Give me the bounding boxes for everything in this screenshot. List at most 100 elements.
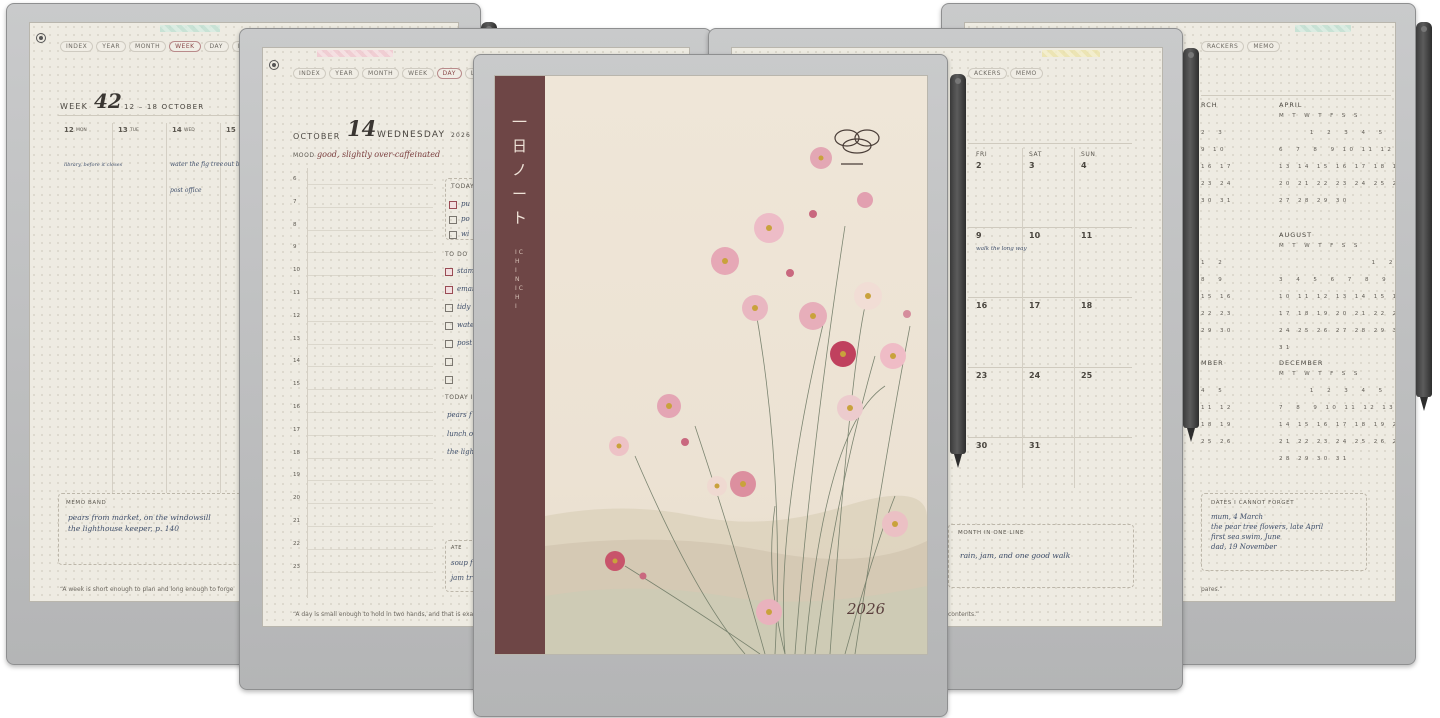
month-day[interactable]: 24	[1029, 371, 1040, 380]
tab-week[interactable]: WEEK	[169, 41, 201, 52]
calendar-row: M T W T F S S	[1279, 243, 1361, 249]
header-sun: SUN	[1081, 151, 1096, 158]
ate-line-1: soup f	[451, 559, 473, 567]
week-line	[968, 367, 1132, 368]
day-weekday: WEDNESDAY	[377, 130, 446, 140]
month-day[interactable]: 16	[976, 301, 987, 310]
calendar-row: 20 21 22 23 24 25 26	[1279, 181, 1396, 187]
calendar-row: 7 8 9 10 11 12 13	[1279, 405, 1396, 411]
todo-item[interactable]: emai	[445, 285, 474, 294]
week-line	[968, 227, 1132, 228]
day-14: 14	[172, 126, 182, 134]
calendar-row: 2 3	[1201, 130, 1226, 136]
month-day[interactable]: 10	[1029, 231, 1040, 240]
todo-item[interactable]	[445, 375, 457, 384]
hour-label: 14	[293, 358, 300, 365]
hour-label: 10	[293, 267, 300, 274]
today-item-1[interactable]: pu	[449, 200, 470, 209]
calendar-row: 23 24	[1201, 181, 1234, 187]
hour-label: 11	[293, 290, 300, 296]
tab-week[interactable]: WEEK	[402, 68, 434, 79]
month-day[interactable]: 4	[1081, 161, 1087, 170]
todo-text: post	[457, 339, 473, 347]
todo-item[interactable]: tidy	[445, 303, 471, 312]
hour-line	[307, 503, 433, 505]
month-day[interactable]: 25	[1081, 371, 1092, 380]
washi-tape	[1295, 25, 1351, 32]
month-line-title: MONTH IN ONE LINE	[958, 530, 1025, 536]
todo-item[interactable]: post	[445, 339, 472, 348]
week-nav-tabs: INDEXYEARMONTHWEEKDAYLISTS	[60, 41, 263, 52]
calendar-row: 1 2	[1279, 260, 1396, 266]
todo-text: emai	[457, 285, 475, 293]
hour-line	[307, 571, 433, 573]
stylus-pen	[1416, 22, 1432, 411]
hour-line	[307, 366, 433, 368]
month-day[interactable]: 31	[1029, 441, 1040, 450]
hour-line	[307, 298, 433, 299]
month-name: DECEMBER	[1279, 359, 1324, 367]
todo-item[interactable]	[445, 357, 457, 366]
tab-index[interactable]: INDEX	[293, 68, 327, 79]
calendar-row: M T W T F S S	[1279, 371, 1361, 377]
washi-tape	[1042, 50, 1100, 57]
tab-year[interactable]: YEAR	[329, 68, 360, 79]
month-day[interactable]: 9	[976, 231, 982, 240]
checkbox[interactable]	[445, 321, 453, 330]
tab-month[interactable]: MONTH	[362, 68, 400, 79]
tab-index[interactable]: INDEX	[60, 41, 94, 52]
hour-label: 7	[293, 198, 297, 205]
calendar-row: 16 17	[1201, 164, 1234, 170]
cover-subtitle: ICHINICHI	[515, 249, 525, 310]
cover-screen: 一日ノート ICHINICHI 2026	[494, 75, 928, 655]
checkbox[interactable]	[445, 375, 453, 384]
tab-year[interactable]: YEAR	[96, 41, 127, 52]
checkbox[interactable]	[445, 285, 453, 294]
month-day[interactable]: 30	[976, 441, 987, 450]
month-day[interactable]: 2	[976, 161, 982, 170]
page-ring-icon	[36, 33, 46, 43]
today-i-line-3: the ligh	[447, 448, 475, 456]
washi-tape	[160, 25, 220, 32]
month-day[interactable]: 23	[976, 371, 987, 380]
ink-seal-icon	[834, 129, 880, 165]
note-post-office: post office	[170, 187, 202, 194]
checkbox[interactable]	[445, 267, 453, 276]
tab-ackers[interactable]: ACKERS	[968, 68, 1007, 79]
tab-day[interactable]: DAY	[436, 68, 462, 79]
month-day[interactable]: 18	[1081, 301, 1092, 310]
todo-item[interactable]: wate	[445, 321, 474, 330]
calendar-row: 10 11 12 13 14 15 16	[1279, 294, 1396, 300]
checkbox[interactable]	[445, 357, 453, 366]
tab-month[interactable]: MONTH	[129, 41, 167, 52]
today-item-2[interactable]: po	[449, 215, 470, 224]
tab-memo[interactable]: MEMO	[1009, 68, 1043, 79]
header-sat: SAT	[1029, 151, 1043, 158]
month-day[interactable]: 3	[1029, 161, 1035, 170]
calendar-row: 21 22 23 24 25 26 27	[1279, 439, 1396, 445]
hour-line	[307, 412, 433, 413]
checkbox[interactable]	[445, 339, 453, 348]
cover-title: 一日ノート	[512, 113, 528, 227]
divider	[968, 143, 1132, 144]
hour-label: 12	[293, 312, 300, 319]
note-fig-tree: water the fig tree	[170, 161, 224, 168]
cover-year: 2026	[847, 600, 886, 618]
checkbox[interactable]	[445, 303, 453, 312]
tab-rackers[interactable]: RACKERS	[1201, 41, 1245, 52]
today-item-3[interactable]: wi	[449, 230, 469, 239]
tab-day[interactable]: DAY	[203, 41, 229, 52]
dates-line-1: mum, 4 March	[1211, 513, 1264, 521]
tab-memo[interactable]: MEMO	[1247, 41, 1281, 52]
dates-line-2: the pear tree flowers, late April	[1211, 523, 1324, 531]
calendar-row: 9 10	[1201, 147, 1227, 153]
todo-item[interactable]: stam	[445, 267, 474, 276]
month-name: RCH	[1201, 101, 1218, 109]
year-quote: pares.”	[1201, 586, 1223, 593]
month-day[interactable]: 17	[1029, 301, 1040, 310]
month-day[interactable]: 11	[1081, 231, 1092, 240]
column-divider	[112, 123, 113, 493]
hour-divider	[307, 168, 308, 598]
day-tue: TUE	[130, 128, 139, 133]
hour-line	[307, 320, 433, 322]
